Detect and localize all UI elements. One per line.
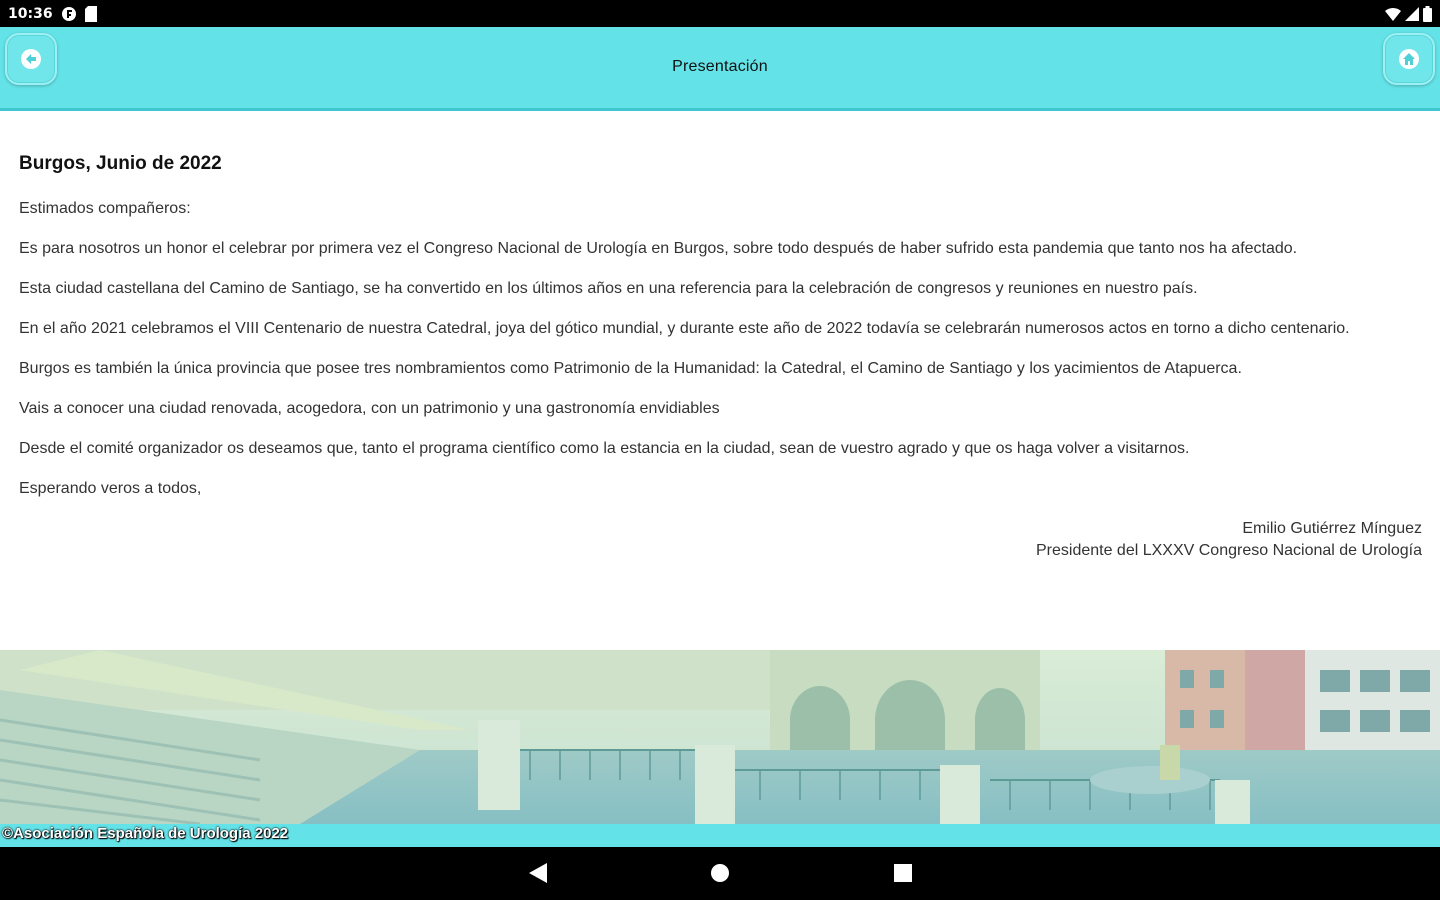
letter-heading: Burgos, Junio de 2022 bbox=[19, 153, 222, 174]
paragraph-6: Desde el comité organizador os deseamos … bbox=[19, 440, 1190, 457]
battery-icon bbox=[1423, 5, 1432, 22]
status-left: 10:36 bbox=[8, 5, 97, 22]
home-button[interactable] bbox=[1383, 33, 1435, 85]
page-title: Presentación bbox=[672, 58, 768, 75]
sd-card-icon bbox=[84, 5, 97, 22]
system-nav-bar bbox=[0, 847, 1440, 900]
footer-bar: ©Asociación Española de Urología 2022 bbox=[0, 824, 1440, 847]
paragraph-1: Es para nosotros un honor el celebrar po… bbox=[19, 240, 1298, 257]
presentation-content: Burgos, Junio de 2022 Estimados compañer… bbox=[0, 114, 1440, 650]
copyright-text: ©Asociación Española de Urología 2022 bbox=[2, 825, 289, 842]
paragraph-2: Esta ciudad castellana del Camino de San… bbox=[19, 280, 1198, 297]
signature-name: Emilio Gutiérrez Mínguez bbox=[1242, 520, 1422, 537]
paragraph-4: Burgos es también la única provincia que… bbox=[19, 360, 1242, 377]
recents-square-icon[interactable] bbox=[891, 861, 915, 885]
app-header: Presentación bbox=[0, 27, 1440, 111]
status-bar: 10:36 bbox=[0, 0, 1440, 27]
city-photo-banner bbox=[0, 650, 1440, 824]
paragraph-3: En el año 2021 celebramos el VIII Centen… bbox=[19, 320, 1350, 337]
wifi-icon bbox=[1385, 7, 1401, 21]
status-right bbox=[1385, 5, 1432, 22]
back-triangle-icon[interactable] bbox=[526, 861, 550, 885]
home-icon bbox=[1399, 49, 1419, 69]
paragraph-5: Vais a conocer una ciudad renovada, acog… bbox=[19, 400, 720, 417]
home-circle-icon[interactable] bbox=[708, 861, 732, 885]
game-notification-icon bbox=[61, 6, 77, 22]
cell-signal-icon bbox=[1405, 6, 1419, 21]
status-time: 10:36 bbox=[8, 5, 53, 22]
paragraph-greeting: Estimados compañeros: bbox=[19, 200, 191, 217]
signature-role: Presidente del LXXXV Congreso Nacional d… bbox=[1035, 542, 1422, 559]
paragraph-closing: Esperando veros a todos, bbox=[19, 480, 202, 497]
signature-block: Emilio Gutiérrez Mínguez Presidente del … bbox=[19, 518, 1422, 562]
